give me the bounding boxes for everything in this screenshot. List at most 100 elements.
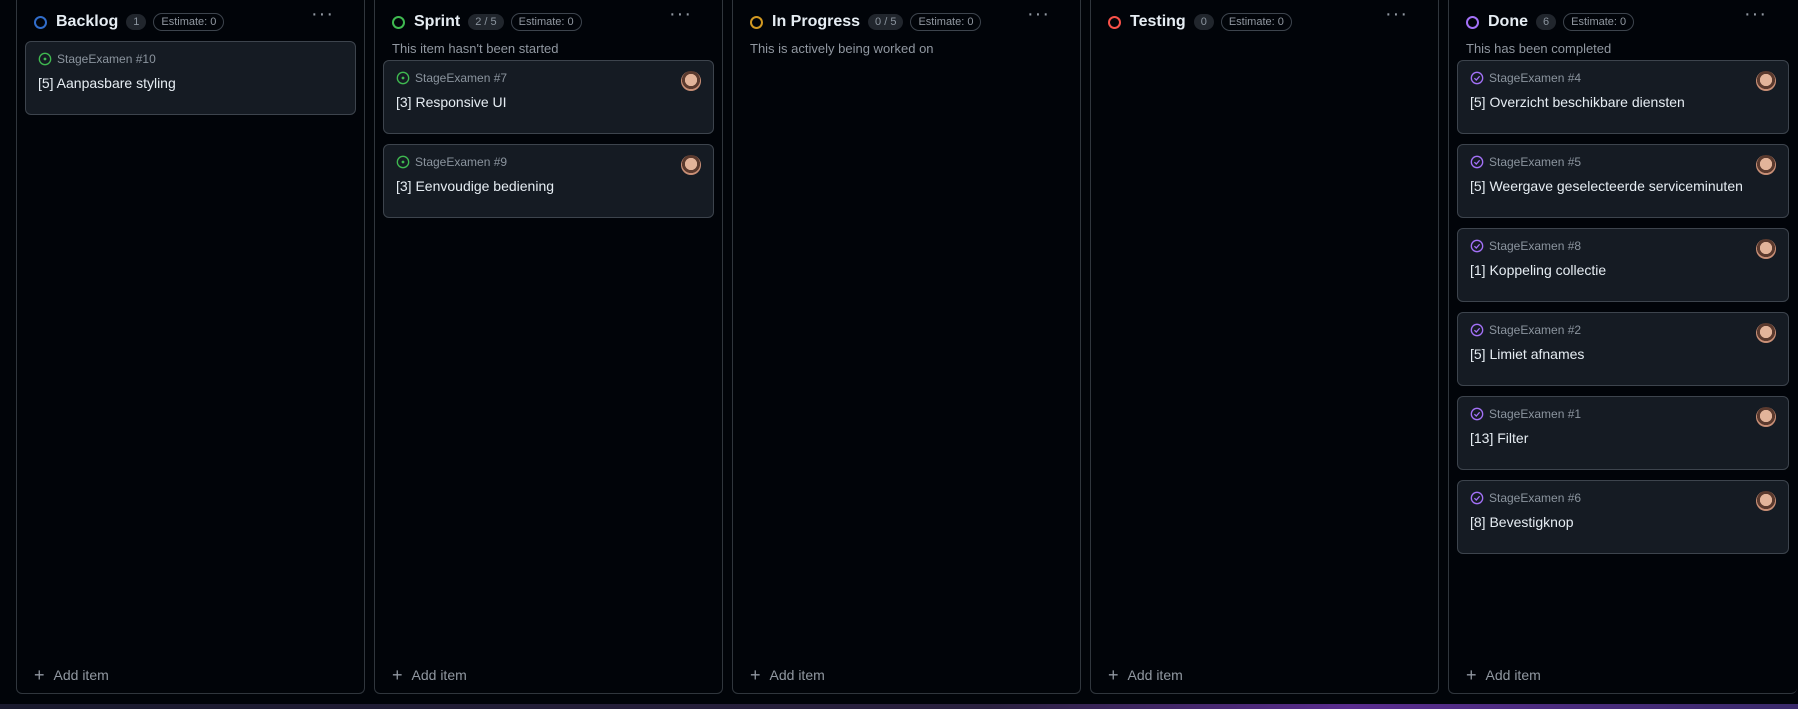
column-sprint: Sprint 2 / 5 Estimate: 0 ··· This item hasn'…: [374, 0, 723, 694]
assignee-avatar[interactable]: [1756, 407, 1776, 427]
column-menu-button[interactable]: ···: [311, 4, 334, 24]
add-item-label: Add item: [769, 667, 825, 683]
issue-closed-icon: [1470, 71, 1484, 85]
add-item-label: Add item: [1485, 667, 1541, 683]
issue-card[interactable]: StageExamen #4 [5] Overzicht beschikbare …: [1457, 60, 1789, 134]
card-reference: StageExamen #5: [1470, 155, 1776, 169]
issue-title[interactable]: [8] Bevestigknop: [1470, 514, 1776, 530]
issue-closed-icon: [1470, 491, 1484, 505]
plus-icon: +: [1466, 665, 1477, 685]
plus-icon: +: [34, 665, 45, 685]
column-title: In Progress: [772, 13, 861, 30]
status-circle-icon: [750, 15, 763, 29]
column-menu-button[interactable]: ···: [1744, 4, 1767, 24]
issue-card[interactable]: StageExamen #5 [5] Weergave geselecteerde…: [1457, 144, 1789, 218]
issue-card[interactable]: StageExamen #8 [1] Koppeling collectie: [1457, 228, 1789, 302]
add-item-label: Add item: [53, 667, 109, 683]
column-header: Sprint 2 / 5 Estimate: 0 ···: [375, 0, 722, 44]
estimate-badge: Estimate: 0: [510, 13, 582, 31]
add-item-label: Add item: [1127, 667, 1183, 683]
column-done: Done 6 Estimate: 0 ··· This has been complet…: [1448, 0, 1797, 694]
estimate-badge: Estimate: 0: [153, 13, 225, 31]
issue-title[interactable]: [13] Filter: [1470, 430, 1776, 446]
assignee-avatar[interactable]: [1756, 155, 1776, 175]
card-reference: StageExamen #1: [1470, 407, 1776, 421]
card-reference: StageExamen #2: [1470, 323, 1776, 337]
card-reference: StageExamen #9: [396, 155, 701, 169]
issue-reference[interactable]: StageExamen #1: [1489, 407, 1581, 421]
assignee-avatar[interactable]: [1756, 71, 1776, 91]
column-header: Done 6 Estimate: 0 ···: [1449, 0, 1797, 44]
issue-card[interactable]: StageExamen #7 [3] Responsive UI: [383, 60, 714, 134]
card-list: StageExamen #4 [5] Overzicht beschikbare …: [1449, 60, 1797, 554]
issue-reference[interactable]: StageExamen #7: [415, 71, 507, 85]
assignee-avatar[interactable]: [1756, 239, 1776, 259]
column-title: Backlog: [56, 13, 119, 30]
column-backlog: Backlog 1 Estimate: 0 ··· StageExamen #10 [5]…: [16, 0, 365, 694]
column-menu-button[interactable]: ···: [1027, 4, 1050, 24]
issue-title[interactable]: [1] Koppeling collectie: [1470, 262, 1776, 278]
issue-title[interactable]: [3] Eenvoudige bediening: [396, 178, 701, 194]
issue-card[interactable]: StageExamen #6 [8] Bevestigknop: [1457, 480, 1789, 554]
card-reference: StageExamen #8: [1470, 239, 1776, 253]
item-count-badge: 6: [1536, 14, 1557, 30]
issue-reference[interactable]: StageExamen #6: [1489, 491, 1581, 505]
issue-title[interactable]: [5] Limiet afnames: [1470, 346, 1776, 362]
column-title: Sprint: [414, 13, 461, 30]
column-menu-button[interactable]: ···: [1385, 4, 1408, 24]
taskbar-strip: [0, 704, 1798, 709]
add-item-button[interactable]: + Add item: [392, 666, 467, 684]
assignee-avatar[interactable]: [1756, 323, 1776, 343]
issue-reference[interactable]: StageExamen #5: [1489, 155, 1581, 169]
issue-reference[interactable]: StageExamen #2: [1489, 323, 1581, 337]
plus-icon: +: [1108, 665, 1119, 685]
issue-title[interactable]: [5] Aanpasbare styling: [38, 75, 343, 91]
status-circle-icon: [34, 15, 47, 29]
issue-card[interactable]: StageExamen #9 [3] Eenvoudige bediening: [383, 144, 714, 218]
issue-reference[interactable]: StageExamen #8: [1489, 239, 1581, 253]
issue-reference[interactable]: StageExamen #4: [1489, 71, 1581, 85]
issue-title[interactable]: [5] Overzicht beschikbare diensten: [1470, 94, 1776, 110]
issue-closed-icon: [1470, 407, 1484, 421]
status-circle-icon: [392, 15, 405, 29]
item-count-badge: 1: [126, 14, 147, 30]
add-item-button[interactable]: + Add item: [750, 666, 825, 684]
status-circle-icon: [1466, 15, 1479, 29]
column-header: Backlog 1 Estimate: 0 ···: [17, 0, 364, 44]
assignee-avatar[interactable]: [681, 71, 701, 91]
item-count-badge: 0 / 5: [868, 14, 904, 30]
issue-title[interactable]: [3] Responsive UI: [396, 94, 701, 110]
issue-closed-icon: [1470, 155, 1484, 169]
issue-closed-icon: [1470, 239, 1484, 253]
add-item-label: Add item: [411, 667, 467, 683]
assignee-avatar[interactable]: [1756, 491, 1776, 511]
column-title: Done: [1488, 13, 1528, 30]
issue-closed-icon: [1470, 323, 1484, 337]
issue-reference[interactable]: StageExamen #10: [57, 52, 156, 66]
add-item-button[interactable]: + Add item: [34, 665, 109, 685]
issue-card[interactable]: StageExamen #2 [5] Limiet afnames: [1457, 312, 1789, 386]
card-list: StageExamen #7 [3] Responsive UI StageExam…: [375, 60, 722, 218]
issue-opened-icon: [396, 71, 410, 85]
card-reference: StageExamen #10: [38, 52, 343, 66]
issue-opened-icon: [396, 155, 410, 169]
project-board: Backlog 1 Estimate: 0 ··· StageExamen #10 [5]…: [16, 0, 1798, 694]
issue-opened-icon: [38, 52, 52, 66]
issue-title[interactable]: [5] Weergave geselecteerde serviceminute…: [1470, 178, 1776, 194]
issue-reference[interactable]: StageExamen #9: [415, 155, 507, 169]
column-header: Testing 0 Estimate: 0 ···: [1091, 0, 1438, 44]
add-item-button[interactable]: + Add item: [1108, 665, 1183, 685]
assignee-avatar[interactable]: [681, 155, 701, 175]
issue-card[interactable]: StageExamen #10 [5] Aanpasbare styling: [25, 41, 356, 115]
column-menu-button[interactable]: ···: [669, 4, 692, 24]
estimate-badge: Estimate: 0: [1563, 13, 1635, 31]
card-reference: StageExamen #7: [396, 71, 701, 85]
estimate-badge: Estimate: 0: [1220, 13, 1292, 31]
column-testing: Testing 0 Estimate: 0 ··· + Add item: [1090, 0, 1439, 694]
card-list: StageExamen #10 [5] Aanpasbare styling: [17, 41, 364, 115]
column-in-progress: In Progress 0 / 5 Estimate: 0 ··· This is ac…: [732, 0, 1081, 694]
issue-card[interactable]: StageExamen #1 [13] Filter: [1457, 396, 1789, 470]
add-item-button[interactable]: + Add item: [1466, 665, 1541, 685]
column-header: In Progress 0 / 5 Estimate: 0 ···: [733, 0, 1080, 44]
column-title: Testing: [1130, 13, 1186, 30]
